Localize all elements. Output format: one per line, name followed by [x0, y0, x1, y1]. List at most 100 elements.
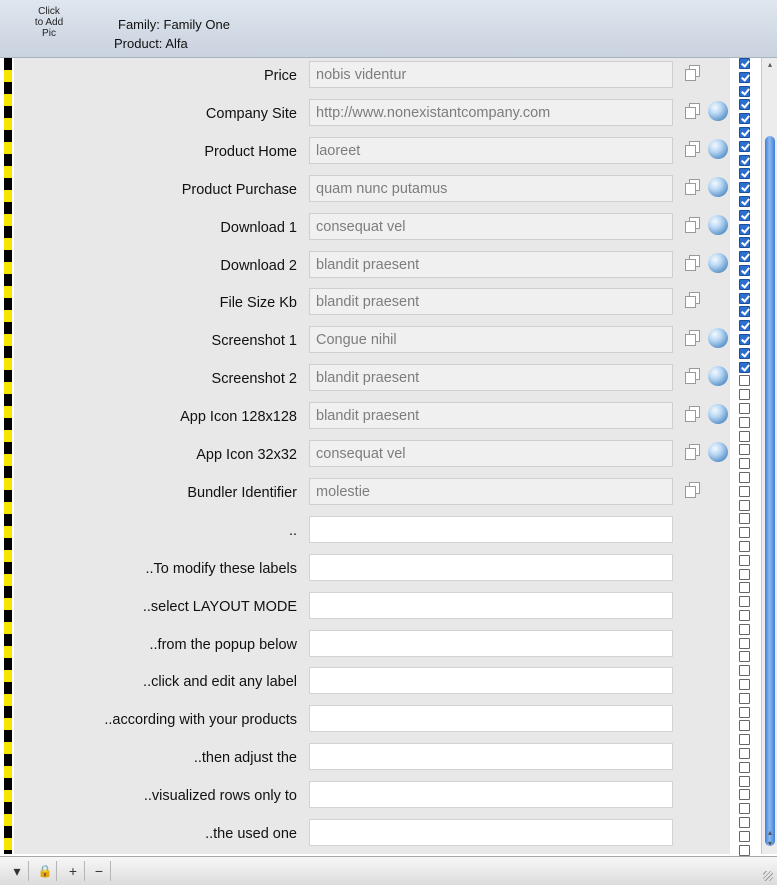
- row-visible-checkbox[interactable]: [739, 85, 750, 97]
- row-visible-checkbox[interactable]: [739, 485, 750, 497]
- add-picture-button[interactable]: Click to Add Pic: [20, 6, 78, 39]
- row-visible-checkbox[interactable]: [739, 71, 750, 83]
- scroll-up-arrow-icon[interactable]: ▴: [765, 828, 775, 837]
- row-visible-checkbox[interactable]: [739, 527, 750, 539]
- row-visible-checkbox[interactable]: [739, 789, 750, 801]
- row-visible-checkbox[interactable]: [739, 706, 750, 718]
- field-input[interactable]: http://www.nonexistantcompany.com: [309, 98, 673, 126]
- row-visible-checkbox[interactable]: [739, 803, 750, 815]
- copy-icon[interactable]: [684, 254, 702, 272]
- copy-icon[interactable]: [684, 329, 702, 347]
- row-visible-checkbox[interactable]: [739, 361, 750, 373]
- row-visible-checkbox[interactable]: [739, 278, 750, 290]
- globe-icon[interactable]: [708, 442, 728, 462]
- row-visible-checkbox[interactable]: [739, 196, 750, 207]
- layout-menu-button[interactable]: ▾: [6, 861, 29, 881]
- row-visible-checkbox[interactable]: [739, 334, 750, 345]
- row-visible-checkbox[interactable]: [739, 430, 750, 442]
- row-visible-checkbox[interactable]: [739, 637, 750, 649]
- row-visible-checkbox[interactable]: [739, 251, 750, 263]
- field-input[interactable]: [309, 781, 673, 809]
- row-visible-checkbox[interactable]: [739, 140, 750, 152]
- globe-icon[interactable]: [708, 252, 728, 273]
- resize-grip-icon[interactable]: [763, 871, 773, 881]
- row-visible-checkbox[interactable]: [739, 182, 750, 194]
- field-input[interactable]: [309, 667, 673, 695]
- row-visible-checkbox[interactable]: [739, 209, 750, 221]
- row-visible-checkbox[interactable]: [739, 610, 750, 621]
- row-visible-checkbox[interactable]: [739, 830, 750, 842]
- field-input[interactable]: [309, 743, 673, 771]
- field-input[interactable]: laoreet: [309, 136, 673, 164]
- field-input[interactable]: blandit praesent: [309, 402, 673, 430]
- row-visible-checkbox[interactable]: [739, 127, 750, 138]
- row-visible-checkbox[interactable]: [739, 513, 750, 525]
- globe-icon[interactable]: [708, 328, 728, 349]
- row-visible-checkbox[interactable]: [739, 444, 750, 456]
- row-visible-checkbox[interactable]: [739, 403, 750, 414]
- field-input[interactable]: [309, 591, 673, 619]
- field-input[interactable]: blandit praesent: [309, 250, 673, 278]
- scroll-top-arrow-icon[interactable]: ▴: [765, 60, 775, 69]
- row-visible-checkbox[interactable]: [739, 320, 750, 332]
- row-visible-checkbox[interactable]: [739, 375, 750, 387]
- row-visible-checkbox[interactable]: [739, 499, 750, 511]
- row-visible-checkbox[interactable]: [739, 720, 750, 732]
- scroll-down-arrow-icon[interactable]: ▾: [765, 839, 775, 848]
- add-record-button[interactable]: +: [62, 861, 85, 881]
- row-visible-checkbox[interactable]: [739, 99, 750, 111]
- row-visible-checkbox[interactable]: [739, 844, 750, 856]
- globe-icon[interactable]: [708, 214, 728, 235]
- copy-icon[interactable]: [684, 291, 702, 309]
- row-visible-checkbox[interactable]: [739, 775, 750, 787]
- copy-icon[interactable]: [684, 216, 702, 234]
- row-visible-checkbox[interactable]: [739, 292, 750, 304]
- vertical-scrollbar[interactable]: ▴ ▴ ▾: [761, 58, 777, 854]
- row-visible-checkbox[interactable]: [739, 458, 750, 470]
- row-visible-checkbox[interactable]: [739, 541, 750, 552]
- row-visible-checkbox[interactable]: [739, 679, 750, 690]
- row-visible-checkbox[interactable]: [739, 168, 750, 180]
- field-input[interactable]: nobis videntur: [309, 61, 673, 88]
- field-input[interactable]: [309, 553, 673, 581]
- row-visible-checkbox[interactable]: [739, 223, 750, 235]
- row-visible-checkbox[interactable]: [739, 347, 750, 359]
- copy-icon[interactable]: [684, 481, 702, 499]
- row-visible-checkbox[interactable]: [739, 554, 750, 566]
- row-visible-checkbox[interactable]: [739, 306, 750, 318]
- field-input[interactable]: blandit praesent: [309, 364, 673, 392]
- row-visible-checkbox[interactable]: [739, 154, 750, 166]
- field-input[interactable]: [309, 819, 673, 846]
- field-input[interactable]: molestie: [309, 477, 673, 505]
- row-visible-checkbox[interactable]: [739, 237, 750, 249]
- globe-icon[interactable]: [708, 100, 728, 121]
- copy-icon[interactable]: [684, 178, 702, 196]
- row-visible-checkbox[interactable]: [739, 582, 750, 594]
- globe-icon[interactable]: [708, 138, 728, 159]
- row-visible-checkbox[interactable]: [739, 265, 750, 276]
- remove-record-button[interactable]: −: [88, 861, 111, 881]
- row-visible-checkbox[interactable]: [739, 113, 750, 125]
- copy-icon[interactable]: [684, 140, 702, 158]
- globe-icon[interactable]: [708, 176, 728, 197]
- copy-icon[interactable]: [684, 405, 702, 423]
- row-visible-checkbox[interactable]: [739, 596, 750, 608]
- row-visible-checkbox[interactable]: [739, 58, 750, 69]
- copy-icon[interactable]: [684, 443, 702, 461]
- copy-icon[interactable]: [684, 102, 702, 120]
- globe-icon[interactable]: [708, 366, 728, 387]
- row-visible-checkbox[interactable]: [739, 665, 750, 677]
- row-visible-checkbox[interactable]: [739, 651, 750, 663]
- field-input[interactable]: Congue nihil: [309, 326, 673, 354]
- row-visible-checkbox[interactable]: [739, 472, 750, 483]
- globe-icon[interactable]: [708, 404, 728, 425]
- field-input[interactable]: [309, 515, 673, 543]
- row-visible-checkbox[interactable]: [739, 623, 750, 635]
- row-visible-checkbox[interactable]: [739, 817, 750, 828]
- scroll-thumb[interactable]: [765, 136, 775, 846]
- field-input[interactable]: consequat vel: [309, 440, 673, 467]
- row-visible-checkbox[interactable]: [739, 748, 750, 759]
- field-input[interactable]: [309, 629, 673, 657]
- lock-icon[interactable]: 🔒: [34, 861, 57, 881]
- row-visible-checkbox[interactable]: [739, 734, 750, 746]
